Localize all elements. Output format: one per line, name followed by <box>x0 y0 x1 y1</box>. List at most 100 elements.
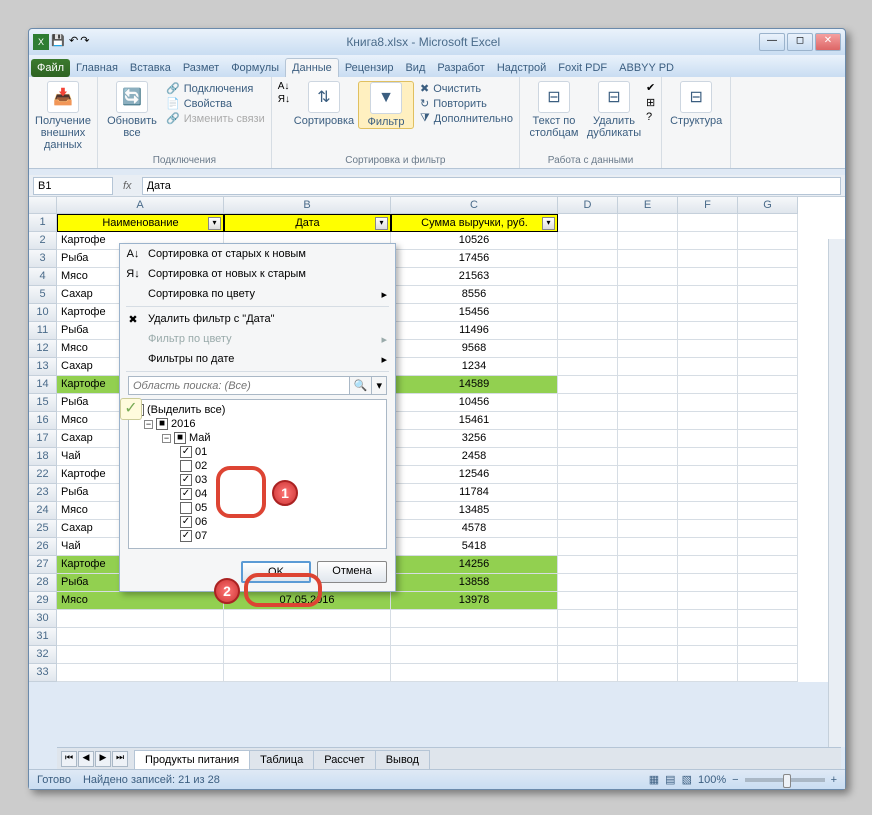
ok-button[interactable]: OK <box>241 561 311 583</box>
empty-cell[interactable] <box>678 250 738 268</box>
col-header-D[interactable]: D <box>558 197 618 214</box>
empty-cell[interactable] <box>558 646 618 664</box>
row-header-25[interactable]: 25 <box>29 520 57 538</box>
cell-c-15[interactable]: 10456 <box>391 394 558 412</box>
empty-cell[interactable] <box>558 556 618 574</box>
view-normal-icon[interactable]: ▦ <box>649 773 659 786</box>
empty-cell[interactable] <box>558 502 618 520</box>
filter-button[interactable]: ▼Фильтр <box>358 81 414 129</box>
tab-nav-last[interactable]: ⏭ <box>112 751 128 767</box>
filter-search[interactable]: 🔍 ▾ <box>128 376 387 395</box>
empty-cell[interactable] <box>678 484 738 502</box>
select-all-corner[interactable] <box>29 197 57 214</box>
empty-cell[interactable] <box>57 628 224 646</box>
empty-cell[interactable] <box>678 466 738 484</box>
cell-c-24[interactable]: 13485 <box>391 502 558 520</box>
cell-c-14[interactable]: 14589 <box>391 376 558 394</box>
cell-c-26[interactable]: 5418 <box>391 538 558 556</box>
empty-cell[interactable] <box>678 592 738 610</box>
row-header-4[interactable]: 4 <box>29 268 57 286</box>
cell-c-2[interactable]: 10526 <box>391 232 558 250</box>
row-header-26[interactable]: 26 <box>29 538 57 556</box>
tab-Вставка[interactable]: Вставка <box>124 59 177 77</box>
empty-cell[interactable] <box>558 250 618 268</box>
filter-dropdown-icon[interactable]: ▾ <box>375 217 388 230</box>
empty-cell[interactable] <box>678 340 738 358</box>
row-header-23[interactable]: 23 <box>29 484 57 502</box>
empty-cell[interactable] <box>678 232 738 250</box>
tab-Главная[interactable]: Главная <box>70 59 124 77</box>
sort-old-new[interactable]: A↓Сортировка от старых к новым <box>120 244 395 264</box>
empty-cell[interactable] <box>558 232 618 250</box>
empty-cell[interactable] <box>738 214 798 232</box>
formula-input[interactable] <box>142 177 841 195</box>
header-cell-B[interactable]: Дата▾ <box>224 214 391 232</box>
tree-day-06[interactable]: ✓06 <box>132 515 383 529</box>
empty-cell[interactable] <box>738 538 798 556</box>
empty-cell[interactable] <box>738 430 798 448</box>
empty-cell[interactable] <box>558 214 618 232</box>
get-external-data-button[interactable]: 📥Получение внешних данных <box>35 81 91 151</box>
date-filters[interactable]: Фильтры по дате▸ <box>120 349 395 369</box>
search-icon[interactable]: 🔍 <box>350 376 373 395</box>
empty-cell[interactable] <box>678 610 738 628</box>
checkbox[interactable]: ■ <box>174 432 186 444</box>
maximize-button[interactable]: ◻ <box>787 33 813 51</box>
col-header-B[interactable]: B <box>224 197 391 214</box>
empty-cell[interactable] <box>738 358 798 376</box>
empty-cell[interactable] <box>618 448 678 466</box>
empty-cell[interactable] <box>738 394 798 412</box>
empty-cell[interactable] <box>558 592 618 610</box>
empty-cell[interactable] <box>391 628 558 646</box>
empty-cell[interactable] <box>618 394 678 412</box>
empty-cell[interactable] <box>678 520 738 538</box>
row-header-29[interactable]: 29 <box>29 592 57 610</box>
sheet-tab-1[interactable]: Таблица <box>249 750 314 769</box>
empty-cell[interactable] <box>678 538 738 556</box>
tab-Размет[interactable]: Размет <box>177 59 225 77</box>
empty-cell[interactable] <box>558 268 618 286</box>
save-icon[interactable]: 💾 <box>51 34 67 50</box>
cell-c-29[interactable]: 13978 <box>391 592 558 610</box>
empty-cell[interactable] <box>558 340 618 358</box>
empty-cell[interactable] <box>558 286 618 304</box>
header-cell-C[interactable]: Сумма выручки, руб.▾ <box>391 214 558 232</box>
empty-cell[interactable] <box>558 430 618 448</box>
empty-cell[interactable] <box>738 520 798 538</box>
tree-day-02[interactable]: 02 <box>132 459 383 473</box>
empty-cell[interactable] <box>678 322 738 340</box>
empty-cell[interactable] <box>738 322 798 340</box>
tab-Формулы[interactable]: Формулы <box>225 59 285 77</box>
empty-cell[interactable] <box>738 250 798 268</box>
empty-cell[interactable] <box>57 664 224 682</box>
search-dropdown-icon[interactable]: ▾ <box>372 376 387 395</box>
row-header-5[interactable]: 5 <box>29 286 57 304</box>
col-header-G[interactable]: G <box>738 197 798 214</box>
cell-c-22[interactable]: 12546 <box>391 466 558 484</box>
consolidate-icon[interactable]: ⊞ <box>646 96 655 109</box>
empty-cell[interactable] <box>738 268 798 286</box>
empty-cell[interactable] <box>678 214 738 232</box>
checkbox[interactable]: ✓ <box>180 488 192 500</box>
empty-cell[interactable] <box>618 610 678 628</box>
empty-cell[interactable] <box>618 340 678 358</box>
tab-Вид[interactable]: Вид <box>399 59 431 77</box>
tab-Данные[interactable]: Данные <box>285 58 339 77</box>
row-header-1[interactable]: 1 <box>29 214 57 232</box>
view-break-icon[interactable]: ▧ <box>682 773 692 786</box>
row-header-28[interactable]: 28 <box>29 574 57 592</box>
checkbox[interactable]: ✓ <box>180 474 192 486</box>
empty-cell[interactable] <box>738 610 798 628</box>
empty-cell[interactable] <box>678 394 738 412</box>
tab-nav-next[interactable]: ▶ <box>95 751 111 767</box>
redo-icon[interactable]: ↷ <box>80 34 89 50</box>
row-header-3[interactable]: 3 <box>29 250 57 268</box>
empty-cell[interactable] <box>224 646 391 664</box>
empty-cell[interactable] <box>738 340 798 358</box>
empty-cell[interactable] <box>224 664 391 682</box>
cell-c-25[interactable]: 4578 <box>391 520 558 538</box>
row-header-31[interactable]: 31 <box>29 628 57 646</box>
text-to-columns-button[interactable]: ⊟Текст по столбцам <box>526 81 582 139</box>
zoom-out-button[interactable]: − <box>732 774 738 786</box>
sheet-tab-3[interactable]: Вывод <box>375 750 430 769</box>
